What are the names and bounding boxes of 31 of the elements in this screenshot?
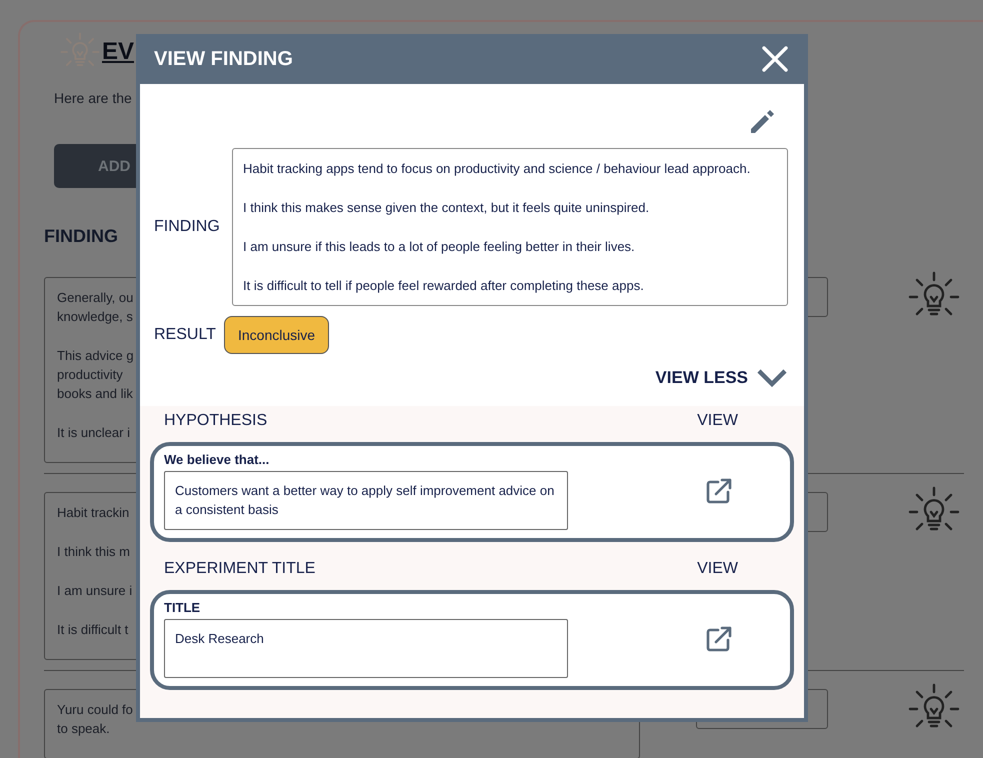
- field-label: We believe that...: [164, 452, 270, 467]
- result-badge: Inconclusive: [224, 316, 330, 354]
- finding-label: FINDING: [154, 218, 218, 236]
- finding-text: Generally, ou knowledge, s: [57, 289, 134, 326]
- edit-icon[interactable]: [748, 108, 776, 136]
- finding-text: I think this makes sense given the context, but it feels quite uninspired.: [243, 199, 650, 217]
- finding-text: It is unclear i: [57, 424, 130, 442]
- page-heading: EV: [102, 38, 134, 66]
- finding-text: I am unsure i: [57, 582, 132, 600]
- intro-text: Here are the: [54, 90, 133, 106]
- finding-text: Habit tracking apps tend to focus on productivity and science / behaviour lead approach.: [243, 160, 752, 178]
- result-label: RESULT: [154, 326, 217, 344]
- finding-text: I think this m: [57, 543, 130, 561]
- view-less-button[interactable]: VIEW LESS: [655, 368, 788, 388]
- section-heading: EXPERIMENT TITLE: [164, 560, 316, 578]
- field-label: TITLE: [164, 600, 202, 615]
- chevron-down-icon: [756, 368, 788, 388]
- section-title: FINDING: [44, 226, 118, 247]
- section-heading: HYPOTHESIS: [164, 412, 268, 430]
- finding-text: It is difficult t: [57, 621, 128, 639]
- finding-text: Yuru could fo to speak.: [57, 701, 133, 738]
- finding-text: This advice g productivity books and lik: [57, 347, 134, 403]
- external-link-icon[interactable]: [704, 476, 734, 506]
- finding-text: I am unsure if this leads to a lot of people feeling better in their lives.: [243, 238, 636, 256]
- close-icon[interactable]: [762, 46, 788, 72]
- external-link-icon[interactable]: [704, 624, 734, 654]
- view-link[interactable]: VIEW: [697, 412, 738, 430]
- finding-text: Habit trackin: [57, 504, 130, 522]
- view-link[interactable]: VIEW: [697, 560, 738, 578]
- finding-text: It is difficult to tell if people feel rewarded after completing these apps.: [243, 277, 645, 295]
- dialog-title: VIEW FINDING: [154, 48, 293, 70]
